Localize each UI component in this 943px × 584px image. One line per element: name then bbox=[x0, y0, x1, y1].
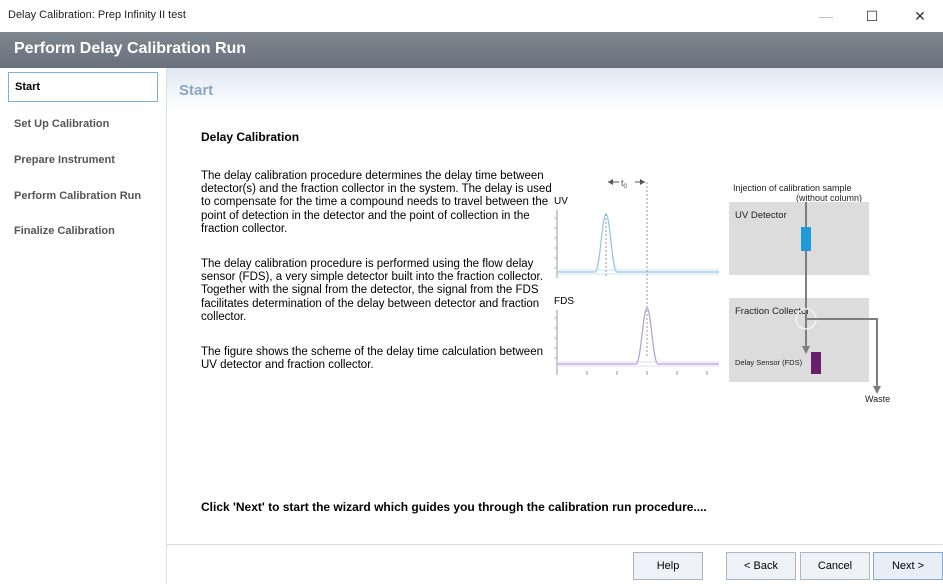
next-button[interactable]: Next > bbox=[873, 552, 943, 580]
step-finalize-calibration[interactable]: Finalize Calibration bbox=[8, 216, 158, 246]
step-prepare-instrument[interactable]: Prepare Instrument bbox=[8, 145, 158, 175]
back-button[interactable]: < Back bbox=[726, 552, 796, 580]
next-instruction: Click 'Next' to start the wizard which g… bbox=[201, 500, 707, 514]
description-paragraph-2: The delay calibration procedure is perfo… bbox=[201, 258, 543, 323]
wizard-header: Perform Delay Calibration Run bbox=[0, 32, 943, 68]
fds-trace bbox=[557, 307, 719, 365]
main-content: Start Delay Calibration The delay calibr… bbox=[166, 68, 943, 544]
maximize-button[interactable]: ☐ bbox=[849, 0, 895, 32]
step-perform-calibration-run[interactable]: Perform Calibration Run bbox=[8, 181, 158, 211]
description-paragraph-3: The figure shows the scheme of the delay… bbox=[201, 346, 543, 372]
fds-sensor bbox=[811, 352, 821, 374]
injection-label: Injection of calibration sample bbox=[733, 183, 852, 193]
uv-trace bbox=[557, 213, 719, 273]
wizard-footer: Help < Back Cancel Next > bbox=[166, 544, 943, 584]
title-bar: Delay Calibration: Prep Infinity II test… bbox=[0, 0, 943, 32]
cancel-button[interactable]: Cancel bbox=[800, 552, 870, 580]
step-set-up-calibration[interactable]: Set Up Calibration bbox=[8, 109, 158, 139]
uv-detector-label: UV Detector bbox=[735, 210, 787, 221]
waste-label: Waste bbox=[865, 394, 890, 404]
description-paragraph-1: The delay calibration procedure determin… bbox=[201, 170, 552, 235]
help-button[interactable]: Help bbox=[633, 552, 703, 580]
step-start[interactable]: Start bbox=[8, 72, 158, 102]
wizard-title: Perform Delay Calibration Run bbox=[14, 40, 247, 57]
window-title: Delay Calibration: Prep Infinity II test bbox=[8, 9, 186, 21]
fraction-collector-label: Fraction Collector bbox=[735, 306, 809, 317]
wizard-steps-sidebar: Start Set Up Calibration Prepare Instrum… bbox=[0, 68, 166, 584]
fds-label: FDS bbox=[554, 296, 574, 307]
injection-sublabel: (without column) bbox=[796, 193, 862, 203]
uv-label: UV bbox=[554, 196, 568, 207]
delay-calibration-diagram: UV t0 FDS Injection of calibration sampl… bbox=[554, 176, 890, 404]
delay-sensor-label: Delay Sensor (FDS) bbox=[735, 358, 803, 367]
fds-x-axis-ticks bbox=[556, 371, 708, 375]
close-button[interactable]: ✕ bbox=[897, 0, 943, 32]
waste-arrowhead bbox=[873, 386, 881, 394]
uv-sensor bbox=[801, 227, 811, 251]
content-header: Start bbox=[167, 68, 943, 110]
page-title: Start bbox=[179, 82, 214, 99]
minimize-button[interactable]: — bbox=[803, 0, 849, 32]
section-title: Delay Calibration bbox=[201, 130, 300, 144]
